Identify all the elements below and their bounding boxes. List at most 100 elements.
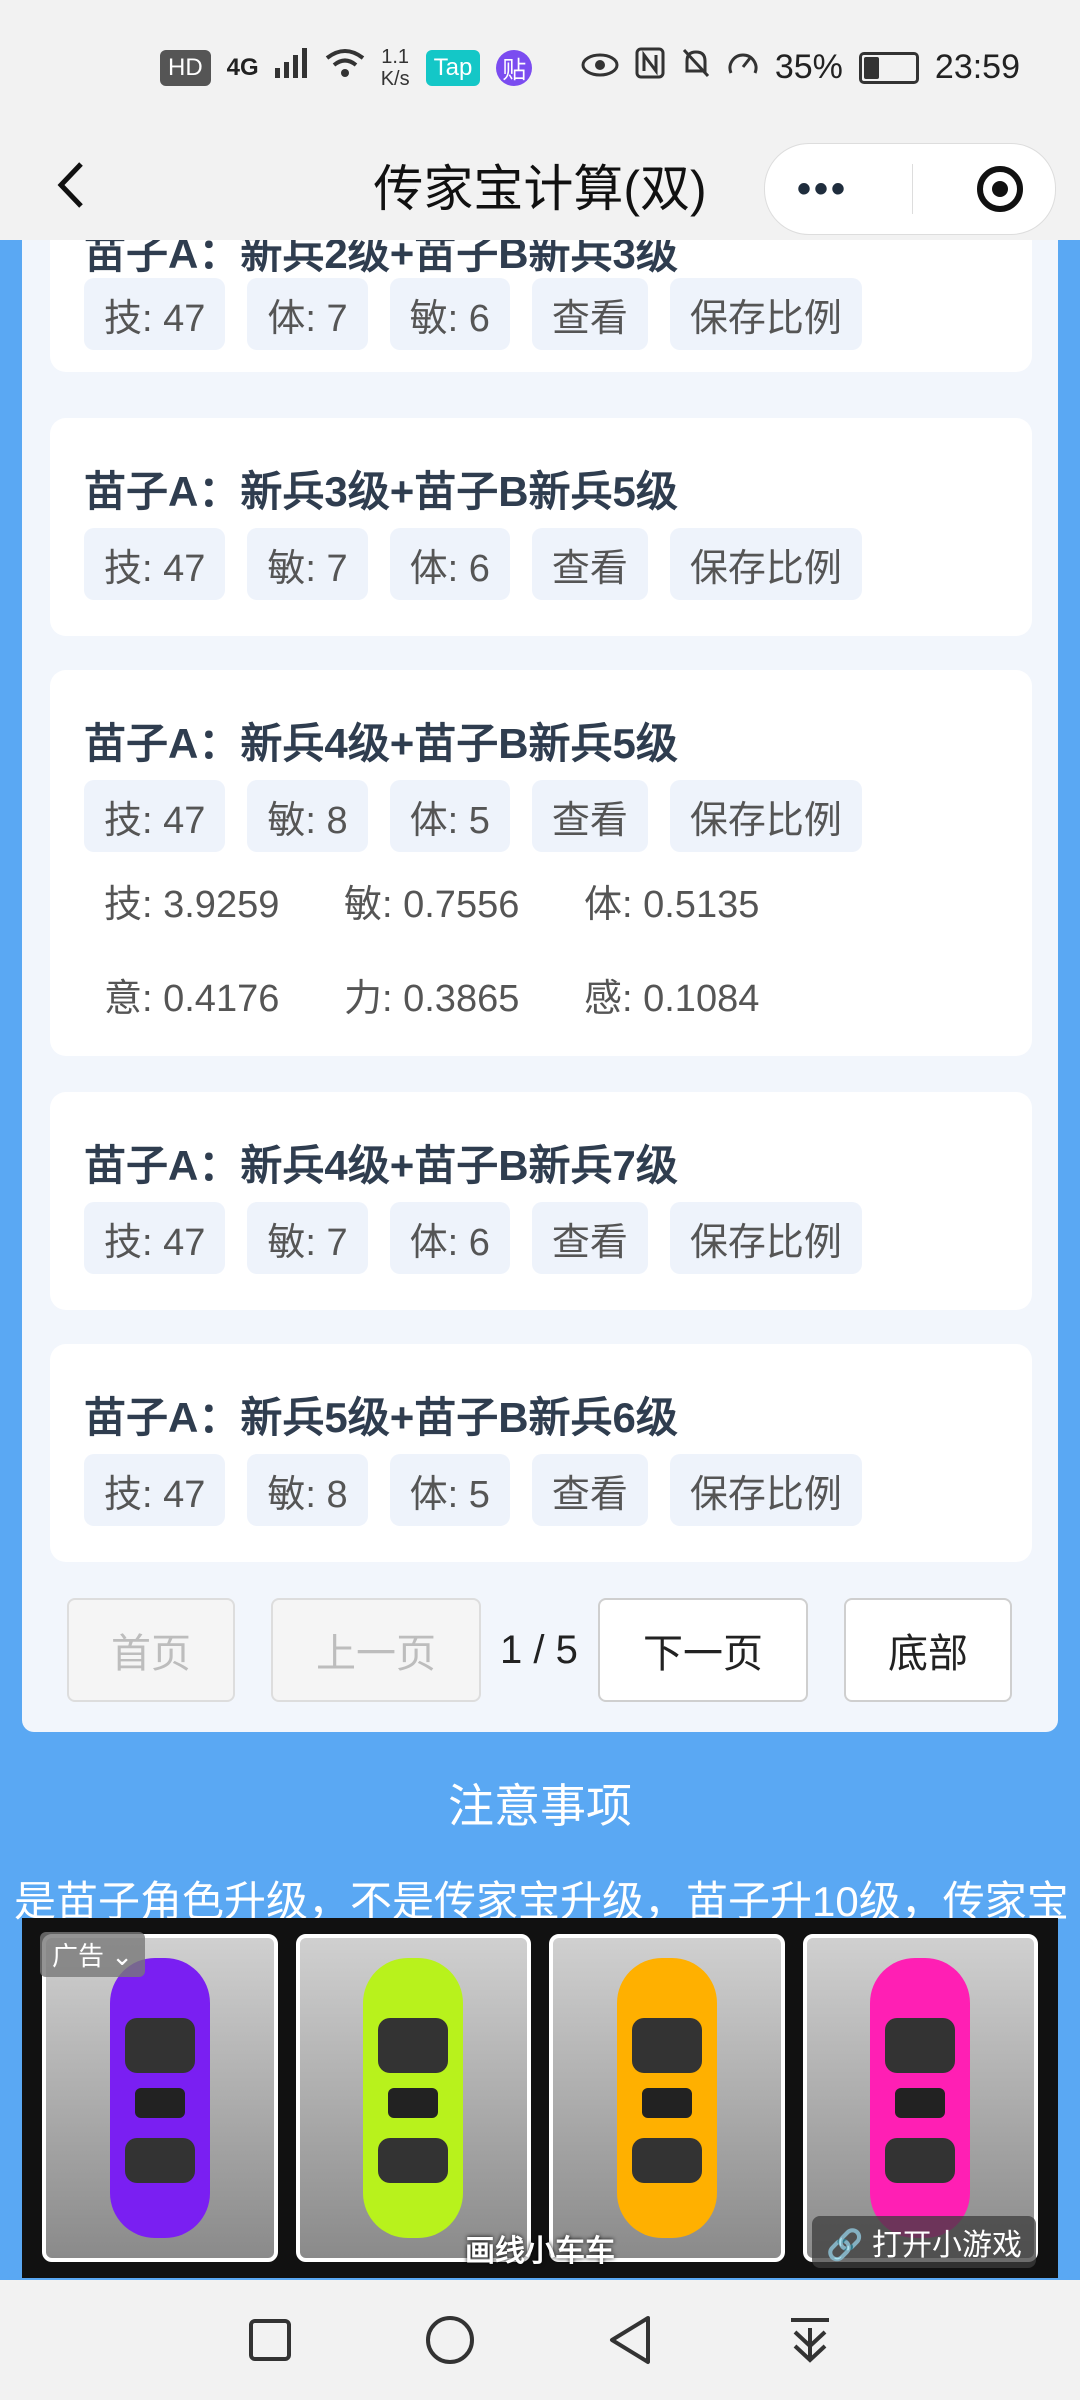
notification-pull-button[interactable] bbox=[780, 2310, 840, 2370]
stat-tags: 技: 47 体: 7 敏: 6 查看 保存比例 bbox=[84, 278, 862, 350]
nfc-icon bbox=[635, 47, 665, 88]
next-page-button[interactable]: 下一页 bbox=[598, 1598, 808, 1702]
battery-fill bbox=[863, 56, 880, 79]
notice-title: 注意事项 bbox=[448, 1780, 632, 1832]
stat-tag: 体: 5 bbox=[389, 1454, 510, 1526]
ratio-value: 力: 0.3865 bbox=[344, 977, 520, 1020]
ratio-value: 意: 0.4176 bbox=[104, 977, 280, 1020]
result-card: 苗子A：新兵5级+苗子B新兵6级 技: 47 敏: 8 体: 5 查看 保存比例 bbox=[50, 1344, 1032, 1562]
card-title: 苗子A：新兵3级+苗子B新兵5级 bbox=[84, 468, 678, 515]
save-ratio-button[interactable]: 保存比例 bbox=[669, 1202, 862, 1274]
data-saver-icon bbox=[727, 47, 759, 88]
prev-page-button[interactable]: 上一页 bbox=[271, 1598, 481, 1702]
more-menu-button[interactable]: ••• bbox=[797, 167, 848, 212]
ratio-value: 感: 0.1084 bbox=[584, 977, 760, 1020]
square-icon bbox=[249, 2319, 291, 2361]
page-indicator: 1 / 5 bbox=[500, 1627, 578, 1672]
car-icon bbox=[109, 1958, 210, 2238]
miniprogram-capsule: ••• bbox=[764, 143, 1056, 235]
ratio-value: 体: 0.5135 bbox=[584, 883, 760, 926]
first-page-button[interactable]: 首页 bbox=[67, 1598, 235, 1702]
ratio-grid: 技: 3.9259 敏: 0.7556 体: 0.5135 意: 0.4176 … bbox=[84, 868, 824, 1026]
save-ratio-button[interactable]: 保存比例 bbox=[669, 528, 862, 600]
open-game-label: 打开小游戏 bbox=[872, 2229, 1022, 2262]
save-ratio-button[interactable]: 保存比例 bbox=[669, 278, 862, 350]
network-speed: 1.1 K/s bbox=[381, 46, 410, 90]
view-button[interactable]: 查看 bbox=[531, 1454, 648, 1526]
stat-tag: 技: 47 bbox=[84, 278, 226, 350]
status-bar: HD 4G 1.1 K/s Tap 贴 35% 23:59 bbox=[0, 0, 1080, 135]
stat-tag: 体: 5 bbox=[389, 780, 510, 852]
speed-unit: K/s bbox=[380, 67, 410, 90]
bottom-button[interactable]: 底部 bbox=[844, 1598, 1012, 1702]
stat-tag: 敏: 8 bbox=[247, 780, 368, 852]
link-icon: 🔗 bbox=[826, 2229, 864, 2262]
ad-banner[interactable]: 广告 ⌄ 画线小车车 🔗 打开小游戏 bbox=[22, 1918, 1058, 2278]
card-title: 苗子A：新兵4级+苗子B新兵7级 bbox=[84, 1142, 678, 1189]
view-button[interactable]: 查看 bbox=[531, 780, 648, 852]
stat-tag: 体: 6 bbox=[389, 528, 510, 600]
home-button[interactable] bbox=[420, 2310, 480, 2370]
signal-icon bbox=[274, 48, 309, 87]
open-game-button[interactable]: 🔗 打开小游戏 bbox=[812, 2216, 1036, 2268]
status-right: 35% 23:59 bbox=[581, 47, 1020, 88]
stat-tag: 敏: 6 bbox=[389, 278, 510, 350]
result-card-expanded: 苗子A：新兵4级+苗子B新兵5级 技: 47 敏: 8 体: 5 查看 保存比例… bbox=[50, 670, 1032, 1056]
view-button[interactable]: 查看 bbox=[531, 528, 648, 600]
status-left: HD 4G 1.1 K/s Tap 贴 bbox=[160, 46, 533, 90]
mute-icon bbox=[681, 47, 711, 88]
tieba-app-icon: 贴 bbox=[496, 49, 533, 86]
stat-tag: 技: 47 bbox=[84, 528, 226, 600]
ratio-value: 敏: 0.7556 bbox=[344, 883, 520, 926]
stat-tag: 体: 7 bbox=[247, 278, 368, 350]
stat-tag: 技: 47 bbox=[84, 1454, 226, 1526]
target-icon bbox=[991, 181, 1008, 197]
system-nav-bar bbox=[0, 2280, 1080, 2400]
battery-percent: 35% bbox=[774, 48, 843, 86]
stat-tags: 技: 47 敏: 7 体: 6 查看 保存比例 bbox=[84, 1202, 862, 1274]
stat-tags: 技: 47 敏: 7 体: 6 查看 保存比例 bbox=[84, 528, 862, 600]
car-icon bbox=[870, 1958, 971, 2238]
results-panel: 苗子A：新兵2级+苗子B新兵3级 技: 47 体: 7 敏: 6 查看 保存比例… bbox=[22, 240, 1058, 1732]
card-title: 苗子A：新兵2级+苗子B新兵3级 bbox=[84, 240, 678, 277]
stat-tags: 技: 47 敏: 8 体: 5 查看 保存比例 bbox=[84, 780, 862, 852]
ratio-value: 技: 3.9259 bbox=[104, 883, 280, 926]
pagination: 首页 上一页 1 / 5 下一页 底部 bbox=[22, 1598, 1058, 1706]
ad-label-text: 广告 bbox=[52, 1941, 105, 1971]
wifi-icon bbox=[325, 48, 365, 87]
back-nav-button[interactable] bbox=[600, 2310, 660, 2370]
ad-car-tile bbox=[42, 1934, 278, 2262]
card-title: 苗子A：新兵5级+苗子B新兵6级 bbox=[84, 1394, 678, 1441]
ad-label[interactable]: 广告 ⌄ bbox=[40, 1932, 146, 1977]
hd-badge: HD bbox=[160, 49, 211, 86]
close-miniprogram-button[interactable] bbox=[976, 166, 1023, 212]
speed-value: 1.1 bbox=[381, 45, 410, 68]
battery-icon bbox=[858, 51, 919, 84]
stat-tag: 敏: 8 bbox=[247, 1454, 368, 1526]
view-button[interactable]: 查看 bbox=[531, 1202, 648, 1274]
save-ratio-button[interactable]: 保存比例 bbox=[669, 1454, 862, 1526]
ad-tiles bbox=[42, 1934, 1038, 2262]
stat-tag: 敏: 7 bbox=[247, 1202, 368, 1274]
pull-down-icon bbox=[791, 2318, 829, 2363]
save-ratio-button[interactable]: 保存比例 bbox=[669, 780, 862, 852]
car-icon bbox=[616, 1958, 717, 2238]
stat-tag: 体: 6 bbox=[389, 1202, 510, 1274]
network-label: 4G bbox=[226, 53, 259, 81]
view-button[interactable]: 查看 bbox=[531, 278, 648, 350]
card-title: 苗子A：新兵4级+苗子B新兵5级 bbox=[84, 720, 678, 767]
clock: 23:59 bbox=[934, 48, 1020, 86]
ad-car-tile bbox=[295, 1934, 531, 2262]
result-card: 苗子A：新兵3级+苗子B新兵5级 技: 47 敏: 7 体: 6 查看 保存比例 bbox=[50, 418, 1032, 636]
tap-app-icon: Tap bbox=[425, 49, 481, 86]
recent-apps-button[interactable] bbox=[240, 2310, 300, 2370]
circle-icon bbox=[426, 2316, 474, 2364]
nav-header: 传家宝计算(双) ••• bbox=[0, 135, 1080, 240]
capsule-divider bbox=[911, 164, 913, 214]
result-card: 苗子A：新兵4级+苗子B新兵7级 技: 47 敏: 7 体: 6 查看 保存比例 bbox=[50, 1092, 1032, 1310]
stat-tag: 敏: 7 bbox=[247, 528, 368, 600]
ad-car-tile bbox=[802, 1934, 1038, 2262]
stat-tag: 技: 47 bbox=[84, 1202, 226, 1274]
stat-tag: 技: 47 bbox=[84, 780, 226, 852]
ad-car-tile bbox=[549, 1934, 785, 2262]
